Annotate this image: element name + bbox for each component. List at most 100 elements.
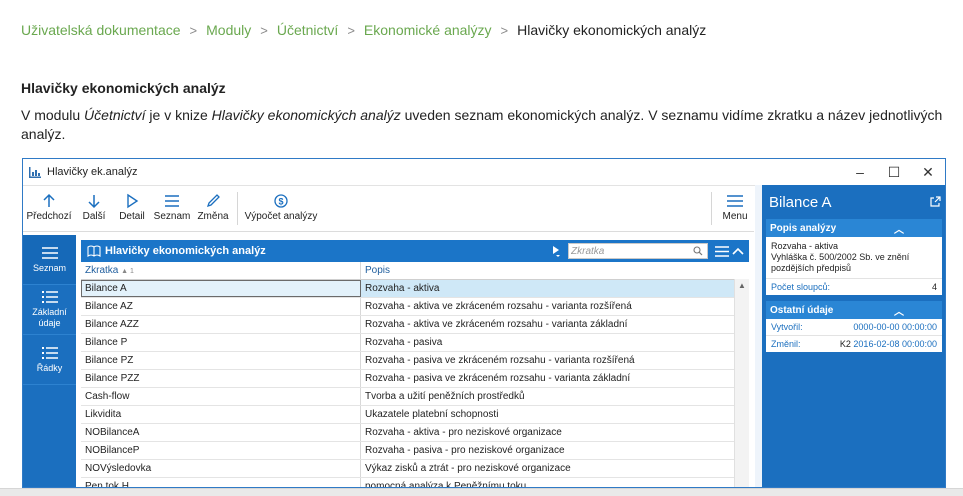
column-header-description[interactable]: Popis	[361, 262, 735, 279]
cell-code[interactable]: NOBilanceP	[81, 442, 361, 459]
cell-code[interactable]: Bilance A	[81, 280, 361, 297]
collapse-chevron-up-icon[interactable]: ︿	[856, 303, 942, 318]
columns-count-value: 4	[931, 282, 937, 292]
open-external-icon[interactable]	[925, 196, 945, 208]
next-button[interactable]: Další	[75, 186, 113, 231]
cell-code[interactable]: Pen.tok H	[81, 478, 361, 487]
search-mode-arrow-icon[interactable]	[548, 245, 564, 257]
cell-code[interactable]: Bilance AZ	[81, 298, 361, 315]
section-title: Hlavičky ekonomických analýz	[21, 80, 226, 96]
vertical-scrollbar[interactable]: ▲	[734, 279, 749, 487]
search-input[interactable]	[569, 244, 693, 258]
cell-code[interactable]: Bilance AZZ	[81, 316, 361, 333]
cell-description[interactable]: Rozvaha - pasiva - pro neziskové organiz…	[361, 442, 735, 459]
detail-panel-header: Bilance A	[762, 185, 945, 219]
changed-user: K2	[839, 339, 851, 349]
edit-button[interactable]: Změna	[193, 186, 233, 231]
cell-description[interactable]: Rozvaha - pasiva	[361, 334, 735, 351]
cell-code[interactable]: NOBilanceA	[81, 424, 361, 441]
table-row[interactable]: Bilance PZ Rozvaha - pasiva ve zkráceném …	[81, 352, 749, 370]
breadcrumb-link-user-docs[interactable]: Uživatelská dokumentace	[21, 22, 181, 38]
detail-button[interactable]: Detail	[113, 186, 151, 231]
column-header-code[interactable]: Zkratka ▲ 1	[81, 262, 361, 279]
description-section-title: Popis analýzy	[770, 222, 837, 234]
cell-description[interactable]: Ukazatele platební schopnosti	[361, 406, 735, 423]
breadcrumb-link-economic-analyses[interactable]: Ekonomické analýzy	[364, 22, 492, 38]
play-triangle-icon	[127, 193, 139, 209]
cell-code[interactable]: Likvidita	[81, 406, 361, 423]
cell-description[interactable]: Rozvaha - aktiva - pro neziskové organiz…	[361, 424, 735, 441]
menu-button[interactable]: Menu	[716, 186, 754, 231]
created-row: Vytvořil: 0000-00-00 00:00:00	[766, 319, 942, 335]
detail-label: Detail	[119, 211, 145, 222]
app-window: Hlavičky ek.analýz – ☐ ✕ Předchozí Další…	[22, 158, 946, 488]
grid-column-header: Zkratka ▲ 1 Popis	[81, 262, 749, 280]
cell-description[interactable]: Rozvaha - aktiva ve zkráceném rozsahu - …	[361, 316, 735, 333]
next-label: Další	[82, 211, 106, 222]
nav-item-rows[interactable]: Řádky	[23, 335, 76, 385]
description-section-header[interactable]: Popis analýzy ︿	[766, 219, 942, 237]
cell-code[interactable]: Bilance PZ	[81, 352, 361, 369]
detail-panel-title: Bilance A	[769, 193, 832, 211]
cell-code[interactable]: Cash-flow	[81, 388, 361, 405]
table-row[interactable]: Bilance A Rozvaha - aktiva	[81, 280, 749, 298]
cell-description[interactable]: Rozvaha - aktiva	[361, 280, 735, 297]
sort-indicator: ▲ 1	[121, 268, 134, 275]
breadcrumb-link-accounting[interactable]: Účetnictví	[277, 22, 338, 38]
grid-rows: Bilance A Rozvaha - aktiva Bilance AZ Rozva…	[81, 280, 749, 487]
previous-label: Předchozí	[26, 211, 72, 222]
description-line: Vyhláška č. 500/2002 Sb. ve znění pozděj…	[771, 252, 910, 273]
collapse-chevron-up-icon[interactable]: ︿	[856, 221, 942, 236]
collapse-chevron-up-icon[interactable]	[730, 247, 746, 255]
other-data-section-header[interactable]: Ostatní údaje ︿	[766, 301, 942, 319]
cell-code[interactable]: Bilance P	[81, 334, 361, 351]
description-section: Popis analýzy ︿ Rozvaha - aktiva Vyhláška…	[766, 219, 942, 295]
table-row[interactable]: Likvidita Ukazatele platební schopnosti	[81, 406, 749, 424]
cell-description[interactable]: pomocná analýza k Peněžnímu toku	[361, 478, 735, 487]
nav-item-list[interactable]: Seznam	[23, 235, 76, 285]
columns-count-row: Počet sloupců: 4	[766, 278, 942, 295]
calculate-analysis-label: Výpočet analýzy	[244, 211, 318, 222]
changed-label: Změnil:	[771, 339, 801, 349]
table-row[interactable]: Bilance AZZ Rozvaha - aktiva ve zkráceném…	[81, 316, 749, 334]
table-row[interactable]: Bilance P Rozvaha - pasiva	[81, 334, 749, 352]
breadcrumb-current: Hlavičky ekonomických analýz	[517, 22, 707, 38]
close-button[interactable]: ✕	[911, 159, 945, 185]
cell-description[interactable]: Rozvaha - pasiva ve zkráceném rozsahu - …	[361, 370, 735, 387]
previous-button[interactable]: Předchozí	[23, 186, 75, 231]
breadcrumb-link-modules[interactable]: Moduly	[206, 22, 251, 38]
cell-description[interactable]: Tvorba a užití peněžních prostředků	[361, 388, 735, 405]
cell-description[interactable]: Rozvaha - aktiva ve zkráceném rozsahu - …	[361, 298, 735, 315]
maximize-button[interactable]: ☐	[877, 159, 911, 185]
window-titlebar[interactable]: Hlavičky ek.analýz – ☐ ✕	[23, 159, 945, 186]
table-row[interactable]: NOBilanceP Rozvaha - pasiva - pro nezisko…	[81, 442, 749, 460]
grid-menu-icon[interactable]	[714, 245, 730, 257]
cell-description[interactable]: Výkaz zisků a ztrát - pro neziskové orga…	[361, 460, 735, 477]
intro-paragraph: V modulu Účetnictví je v knize Hlavičky …	[21, 106, 951, 144]
calculate-money-icon: $	[274, 194, 288, 208]
hamburger-list-icon	[41, 246, 58, 259]
other-data-section-title: Ostatní údaje	[770, 304, 834, 316]
list-button[interactable]: Seznam	[151, 186, 193, 231]
arrow-down-icon	[88, 195, 100, 209]
breadcrumb: Uživatelská dokumentace > Moduly > Účetnictv…	[21, 22, 706, 38]
table-row[interactable]: Bilance PZZ Rozvaha - pasiva ve zkráceném…	[81, 370, 749, 388]
cell-description[interactable]: Rozvaha - pasiva ve zkráceném rozsahu - …	[361, 352, 735, 369]
table-row[interactable]: Pen.tok Hpomocná analýza k Peněžnímu tok…	[81, 478, 749, 487]
nav-item-basic-data[interactable]: Základní údaje	[23, 285, 76, 335]
table-row[interactable]: Bilance AZ Rozvaha - aktiva ve zkráceném …	[81, 298, 749, 316]
description-body: Rozvaha - aktiva Vyhláška č. 500/2002 Sb…	[766, 237, 942, 278]
column-code-label: Zkratka	[85, 265, 119, 276]
table-row[interactable]: NOBilanceA Rozvaha - aktiva - pro nezisko…	[81, 424, 749, 442]
cell-code[interactable]: NOVýsledovka	[81, 460, 361, 477]
search-icon[interactable]	[693, 246, 703, 256]
bullet-list-icon	[41, 291, 58, 303]
scroll-up-arrow-icon[interactable]: ▲	[735, 281, 749, 290]
table-row[interactable]: NOVýsledovka Výkaz zisků a ztrát - pro ne…	[81, 460, 749, 478]
nav-item-label: Seznam	[32, 262, 67, 273]
cell-code[interactable]: Bilance PZZ	[81, 370, 361, 387]
calculate-analysis-button[interactable]: $ Výpočet analýzy	[242, 186, 320, 231]
intro-text: V modulu	[21, 107, 85, 123]
minimize-button[interactable]: –	[843, 159, 877, 185]
table-row[interactable]: Cash-flow Tvorba a užití peněžních prostř…	[81, 388, 749, 406]
